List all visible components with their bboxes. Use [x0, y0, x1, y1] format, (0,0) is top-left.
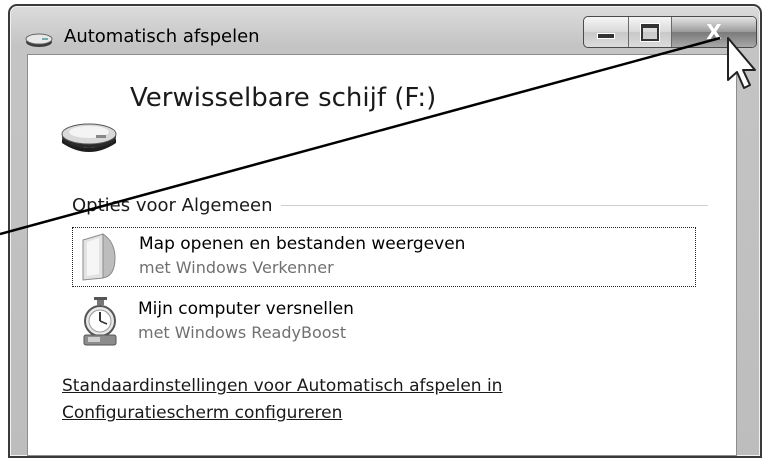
removable-drive-icon: [61, 123, 117, 152]
minimize-button[interactable]: [584, 17, 629, 47]
maximize-button[interactable]: [629, 17, 672, 47]
option-sublabel: met Windows ReadyBoost: [138, 323, 347, 342]
option-sublabel: met Windows Verkenner: [139, 258, 334, 277]
window-title: Automatisch afspelen: [64, 26, 260, 47]
configure-defaults-link[interactable]: Standaardinstellingen voor Automatisch a…: [62, 373, 622, 427]
close-button[interactable]: X: [672, 17, 756, 47]
close-icon: X: [706, 20, 722, 44]
option-readyboost[interactable]: Mijn computer versnellen met Windows Rea…: [72, 293, 694, 351]
option-label: Map openen en bestanden weergeven: [139, 234, 466, 254]
stopwatch-icon: [83, 297, 117, 346]
folder-icon: [82, 233, 116, 281]
device-title: Verwisselbare schijf (F:): [130, 83, 437, 113]
maximize-icon: [641, 23, 659, 41]
option-label: Mijn computer versnellen: [138, 299, 354, 319]
content-panel: Verwisselbare schijf (F:) Opties voor Al…: [27, 54, 737, 456]
section-header: Opties voor Algemeen: [72, 195, 281, 216]
caption-buttons: X: [583, 16, 757, 48]
link-line: Configuratiescherm configureren: [62, 403, 343, 423]
option-open-folder[interactable]: Map openen en bestanden weergeven met Wi…: [72, 227, 696, 287]
autoplay-window: Automatisch afspelen X Verwisselbare sch…: [8, 4, 762, 458]
link-line: Standaardinstellingen voor Automatisch a…: [62, 376, 503, 396]
minimize-icon: [597, 33, 615, 39]
drive-icon: [25, 33, 53, 47]
